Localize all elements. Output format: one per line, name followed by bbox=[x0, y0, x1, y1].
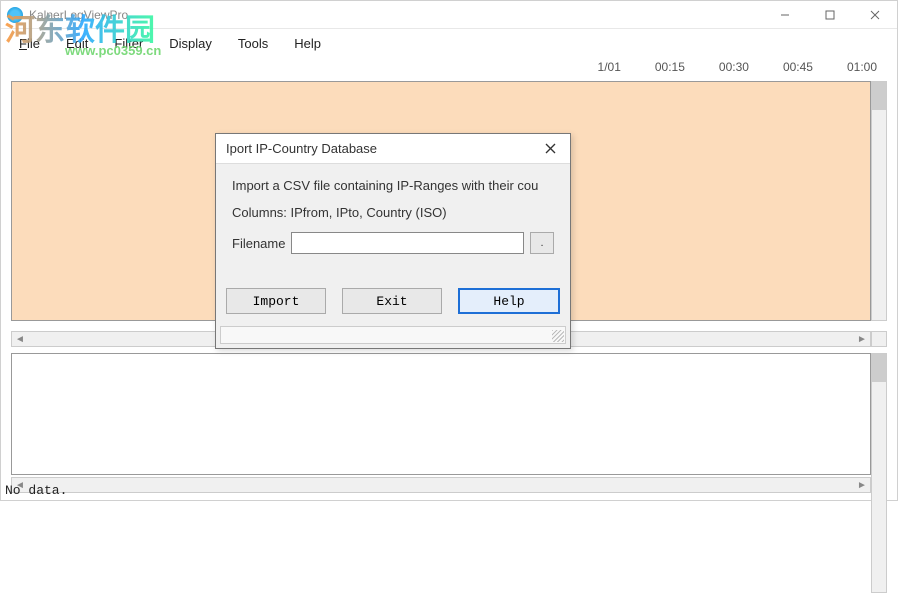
timeline-tick: 1/01 bbox=[598, 60, 621, 74]
filename-label: Filename bbox=[232, 236, 285, 251]
timeline-tick: 01:00 bbox=[847, 60, 877, 74]
close-button[interactable] bbox=[852, 1, 897, 29]
menu-filter[interactable]: Filter bbox=[104, 34, 153, 53]
maximize-button[interactable] bbox=[807, 1, 852, 29]
timeline-ruler: 1/01 00:15 00:30 00:45 01:00 bbox=[1, 57, 897, 77]
scroll-thumb[interactable] bbox=[872, 82, 886, 110]
vertical-scrollbar[interactable] bbox=[871, 81, 887, 321]
timeline-tick: 00:30 bbox=[719, 60, 749, 74]
filename-row: Filename . bbox=[232, 232, 554, 254]
scroll-right-arrow[interactable]: ► bbox=[854, 332, 870, 346]
dialog-columns: Columns: IPfrom, IPto, Country (ISO) bbox=[232, 205, 554, 220]
browse-button[interactable]: . bbox=[530, 232, 554, 254]
scroll-right-arrow[interactable]: ► bbox=[854, 478, 870, 492]
app-icon bbox=[7, 7, 23, 23]
menu-bar: File Edit Filter Display Tools Help bbox=[1, 29, 897, 57]
menu-display[interactable]: Display bbox=[159, 34, 222, 53]
dialog-statusbar bbox=[220, 326, 566, 344]
hscroll-row-lower: ◄ ► bbox=[11, 477, 887, 493]
dialog-buttons: Import Exit Help bbox=[216, 288, 570, 322]
timeline-tick: 00:45 bbox=[783, 60, 813, 74]
dialog-body: Import a CSV file containing IP-Ranges w… bbox=[216, 164, 570, 288]
menu-edit[interactable]: Edit bbox=[56, 34, 98, 53]
app-title: KalnerLogViewPro bbox=[29, 8, 128, 22]
dialog-title: Iport IP-Country Database bbox=[226, 141, 377, 156]
timeline-tick: 00:15 bbox=[655, 60, 685, 74]
menu-help[interactable]: Help bbox=[284, 34, 331, 53]
lower-panel bbox=[11, 353, 887, 475]
scroll-left-arrow[interactable]: ◄ bbox=[12, 332, 28, 346]
vertical-scrollbar-lower[interactable] bbox=[871, 353, 887, 593]
scroll-thumb[interactable] bbox=[872, 354, 886, 382]
horizontal-scrollbar-lower[interactable]: ◄ ► bbox=[11, 477, 871, 493]
help-button[interactable]: Help bbox=[458, 288, 560, 314]
title-bar: KalnerLogViewPro bbox=[1, 1, 897, 29]
detail-box[interactable] bbox=[11, 353, 871, 475]
close-icon bbox=[545, 143, 556, 154]
window-controls bbox=[762, 1, 897, 29]
minimize-button[interactable] bbox=[762, 1, 807, 29]
import-button[interactable]: Import bbox=[226, 288, 326, 314]
dialog-description: Import a CSV file containing IP-Ranges w… bbox=[232, 178, 554, 193]
menu-tools[interactable]: Tools bbox=[228, 34, 278, 53]
menu-file[interactable]: File bbox=[9, 34, 50, 53]
import-dialog: Iport IP-Country Database Import a CSV f… bbox=[215, 133, 571, 349]
filename-input[interactable] bbox=[291, 232, 524, 254]
status-bar: No data. bbox=[5, 483, 67, 498]
scroll-corner bbox=[871, 331, 887, 347]
exit-button[interactable]: Exit bbox=[342, 288, 442, 314]
resize-grip-icon[interactable] bbox=[552, 330, 564, 342]
dialog-close-button[interactable] bbox=[538, 137, 562, 161]
dialog-titlebar[interactable]: Iport IP-Country Database bbox=[216, 134, 570, 164]
